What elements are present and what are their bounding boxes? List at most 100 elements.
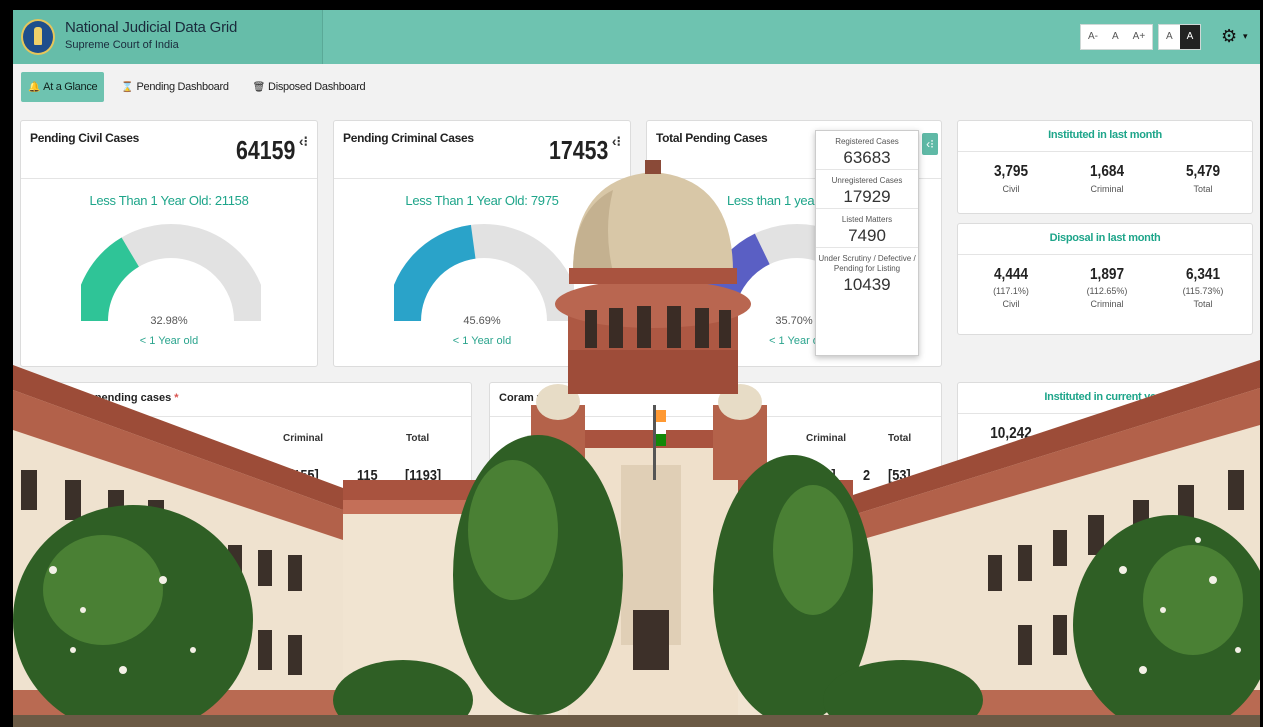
contrast-controls: A A bbox=[1158, 24, 1202, 50]
stat-value: 5,479 bbox=[1185, 163, 1221, 180]
required-star: * bbox=[174, 392, 179, 404]
gauge-caption: < 1 Year old bbox=[452, 335, 512, 347]
cell-value: [0] bbox=[820, 467, 836, 484]
header-bar: National Judicial Data Grid Supreme Cour… bbox=[13, 10, 1260, 64]
stat-percent: (115.73%) bbox=[1182, 286, 1224, 296]
column-civil: Ci bbox=[738, 433, 748, 444]
more-options-icon[interactable]: ‹⁝ bbox=[612, 133, 621, 150]
stat-civil: 3,795 Civil bbox=[966, 163, 1056, 194]
stat-label: Total bbox=[1193, 299, 1213, 309]
stat-label: Total bbox=[1193, 184, 1213, 194]
cell-value: 115 bbox=[357, 467, 378, 484]
card-title: Instituted in current year bbox=[1044, 391, 1166, 403]
stat-criminal: 1,897 (112.65%) Criminal bbox=[1062, 266, 1152, 309]
card-header: Pending Criminal Cases 17453 ‹⁝ bbox=[334, 121, 630, 179]
stat-civil: 10,242 bbox=[966, 425, 1056, 443]
card-title: Pending Civil Cases bbox=[30, 131, 140, 145]
dark-theme-button[interactable]: A bbox=[1179, 25, 1201, 49]
tab-at-a-glance[interactable]: 🔔 At a Glance bbox=[21, 72, 105, 102]
instituted-last-month-card: Instituted in last month 3,795 Civil 1,6… bbox=[957, 120, 1253, 214]
card-title: Pending Criminal Cases bbox=[343, 131, 474, 145]
more-options-icon[interactable]: ‹⁝ bbox=[299, 133, 308, 150]
gauge-fill bbox=[707, 233, 771, 322]
nav-tabs: 🔔 At a Glance ⌛ Pending Dashboard 🗑 Dispose… bbox=[21, 72, 372, 102]
brand-block[interactable]: National Judicial Data Grid Supreme Cour… bbox=[13, 10, 323, 64]
light-theme-button[interactable]: A bbox=[1159, 25, 1180, 49]
emblem-logo bbox=[21, 19, 55, 55]
gauge-caption: < 1 Year old bbox=[139, 335, 199, 347]
divider bbox=[490, 416, 941, 417]
stat-label: Civil bbox=[1002, 299, 1020, 309]
card-title: Total Pending Cases bbox=[656, 131, 768, 145]
column-civil: Civil bbox=[171, 433, 193, 444]
popup-label: Listed Matters bbox=[841, 215, 893, 224]
font-decrease-button[interactable]: A- bbox=[1081, 25, 1105, 49]
less-than-one-year-text: Less Than 1 Year Old: 21158 bbox=[89, 193, 249, 208]
font-normal-button[interactable]: A bbox=[1105, 25, 1126, 49]
stat-value: 4,444 bbox=[993, 266, 1029, 283]
popup-value: 63683 bbox=[843, 148, 891, 167]
stat-percent: (117.1%) bbox=[993, 286, 1029, 296]
pending-criminal-card: Pending Criminal Cases 17453 ‹⁝ Less Tha… bbox=[333, 120, 631, 367]
popup-label: Under Scrutiny / Defective / Pending for… bbox=[818, 254, 916, 273]
pending-civil-count: 64159 bbox=[235, 135, 295, 165]
tab-pending-dashboard[interactable]: ⌛ Pending Dashboard bbox=[114, 72, 235, 102]
brand-subtitle: Supreme Court of India bbox=[65, 39, 179, 51]
stat-value: 6,341 bbox=[1185, 266, 1221, 283]
popup-registered: Registered Cases 63683 bbox=[816, 131, 918, 170]
stat-total: 5,479 Total bbox=[1158, 163, 1248, 194]
pending-breakdown-popup: Registered Cases 63683 Unregistered Case… bbox=[815, 130, 919, 356]
card-title: Disposal in last month bbox=[1049, 232, 1161, 244]
disposal-last-month-card: Disposal in last month 4,444 (117.1%) Ci… bbox=[957, 223, 1253, 335]
stat-value: 1,684 bbox=[1089, 163, 1125, 180]
popup-listed: Listed Matters 7490 bbox=[816, 209, 918, 248]
divider bbox=[958, 254, 1252, 255]
popup-value: 10439 bbox=[843, 275, 891, 294]
instituted-current-year-card: Instituted in current year 10,242 bbox=[957, 382, 1253, 512]
tab-label: Pending Dashboard bbox=[136, 81, 229, 93]
gauge-fill bbox=[81, 237, 140, 322]
stat-percent: (112.65%) bbox=[1086, 286, 1128, 296]
popup-unregistered: Unregistered Cases 17929 bbox=[816, 170, 918, 209]
supreme-court-building-image bbox=[13, 160, 1260, 727]
column-criminal: Criminal bbox=[806, 433, 847, 444]
stat-label: Criminal bbox=[1090, 299, 1124, 309]
criminal-gauge bbox=[394, 224, 574, 322]
coram-pending-card: Coram wise pending cases * Civil Crimina… bbox=[20, 382, 472, 512]
popup-value: 17929 bbox=[843, 187, 891, 206]
popup-label: Registered Cases bbox=[835, 137, 899, 146]
column-total: Total bbox=[406, 433, 430, 444]
column-criminal: Criminal bbox=[283, 433, 324, 444]
card-title-text: Coram wise pending cases bbox=[30, 392, 172, 404]
dashboard-frame: National Judicial Data Grid Supreme Cour… bbox=[13, 10, 1260, 727]
card-title: Instituted in last month bbox=[1048, 129, 1162, 141]
bell-icon: 🔔 bbox=[28, 82, 41, 93]
stat-value: 10,242 bbox=[990, 425, 1032, 442]
cell-value: [155] bbox=[289, 467, 319, 484]
stat-label: Civil bbox=[1002, 184, 1020, 194]
hourglass-icon: ⌛ bbox=[121, 82, 134, 93]
trash-icon: 🗑 bbox=[252, 82, 266, 93]
stat-total: 6,341 (115.73%) Total bbox=[1158, 266, 1248, 309]
divider bbox=[958, 413, 1252, 414]
settings-gear-icon[interactable]: ⚙ bbox=[1221, 25, 1248, 47]
stat-value: 1,897 bbox=[1089, 266, 1125, 283]
column-total: Total bbox=[888, 433, 912, 444]
card-title: Coram wi bbox=[499, 392, 549, 404]
tab-label: Disposed Dashboard bbox=[268, 81, 366, 93]
civil-gauge bbox=[81, 224, 261, 322]
cell-value: [53] bbox=[888, 467, 911, 484]
brand-title: National Judicial Data Grid bbox=[65, 19, 238, 36]
gauge-fill bbox=[394, 224, 477, 322]
gauge-percent: 45.69% bbox=[463, 315, 501, 327]
pending-criminal-count: 17453 bbox=[548, 135, 608, 165]
stat-criminal: 1,684 Criminal bbox=[1062, 163, 1152, 194]
more-options-icon[interactable]: ‹⁝ bbox=[922, 133, 938, 155]
gauge-percent: 32.98% bbox=[150, 315, 188, 327]
font-increase-button[interactable]: A+ bbox=[1126, 25, 1153, 49]
coram-wise-card: Coram wi Ci Criminal Total [0] 2 [53] bbox=[489, 382, 942, 512]
divider bbox=[21, 416, 471, 417]
tab-disposed-dashboard[interactable]: 🗑 Disposed Dashboard bbox=[246, 72, 373, 102]
popup-label: Unregistered Cases bbox=[831, 176, 903, 185]
stat-civil: 4,444 (117.1%) Civil bbox=[966, 266, 1056, 309]
